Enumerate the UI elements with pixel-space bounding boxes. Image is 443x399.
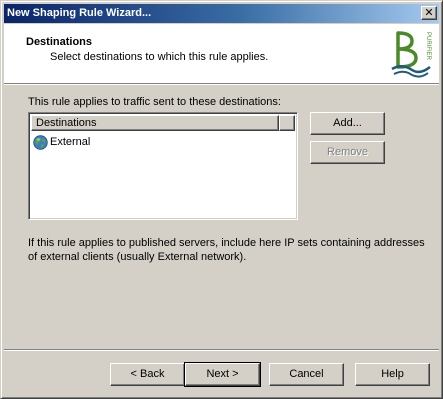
wizard-window: New Shaping Rule Wizard... ✕ Destination… xyxy=(0,0,443,399)
column-header-filler xyxy=(279,115,295,131)
cancel-button[interactable]: Cancel xyxy=(269,363,344,386)
page-subtitle: Select destinations to which this rule a… xyxy=(50,51,269,63)
close-icon: ✕ xyxy=(424,6,434,19)
wizard-header: Destinations Select destinations to whic… xyxy=(4,24,439,83)
logo-wave-1 xyxy=(391,65,431,74)
title-bar[interactable]: New Shaping Rule Wizard... ✕ xyxy=(4,4,439,23)
remove-button[interactable]: Remove xyxy=(310,141,385,164)
logo-letter-b xyxy=(396,31,418,69)
logo-text: PURIFIER xyxy=(425,32,431,61)
footer-separator xyxy=(4,349,439,351)
destinations-list[interactable]: Destinations External xyxy=(28,112,298,220)
wizard-logo: PURIFIER xyxy=(391,31,431,78)
close-button[interactable]: ✕ xyxy=(421,6,437,20)
header-separator xyxy=(4,83,439,85)
help-button[interactable]: Help xyxy=(355,363,430,386)
add-button[interactable]: Add... xyxy=(310,112,385,135)
window-title: New Shaping Rule Wizard... xyxy=(7,7,152,19)
list-header: Destinations xyxy=(31,115,295,131)
help-note: If this rule applies to published server… xyxy=(28,237,425,263)
page-title: Destinations xyxy=(26,36,93,48)
globe-icon xyxy=(33,135,48,150)
back-button[interactable]: < Back xyxy=(110,363,185,386)
column-header-destinations[interactable]: Destinations xyxy=(31,115,279,131)
destinations-label: This rule applies to traffic sent to the… xyxy=(28,96,281,108)
next-button[interactable]: Next > xyxy=(184,362,261,387)
list-item-label: External xyxy=(50,136,91,148)
